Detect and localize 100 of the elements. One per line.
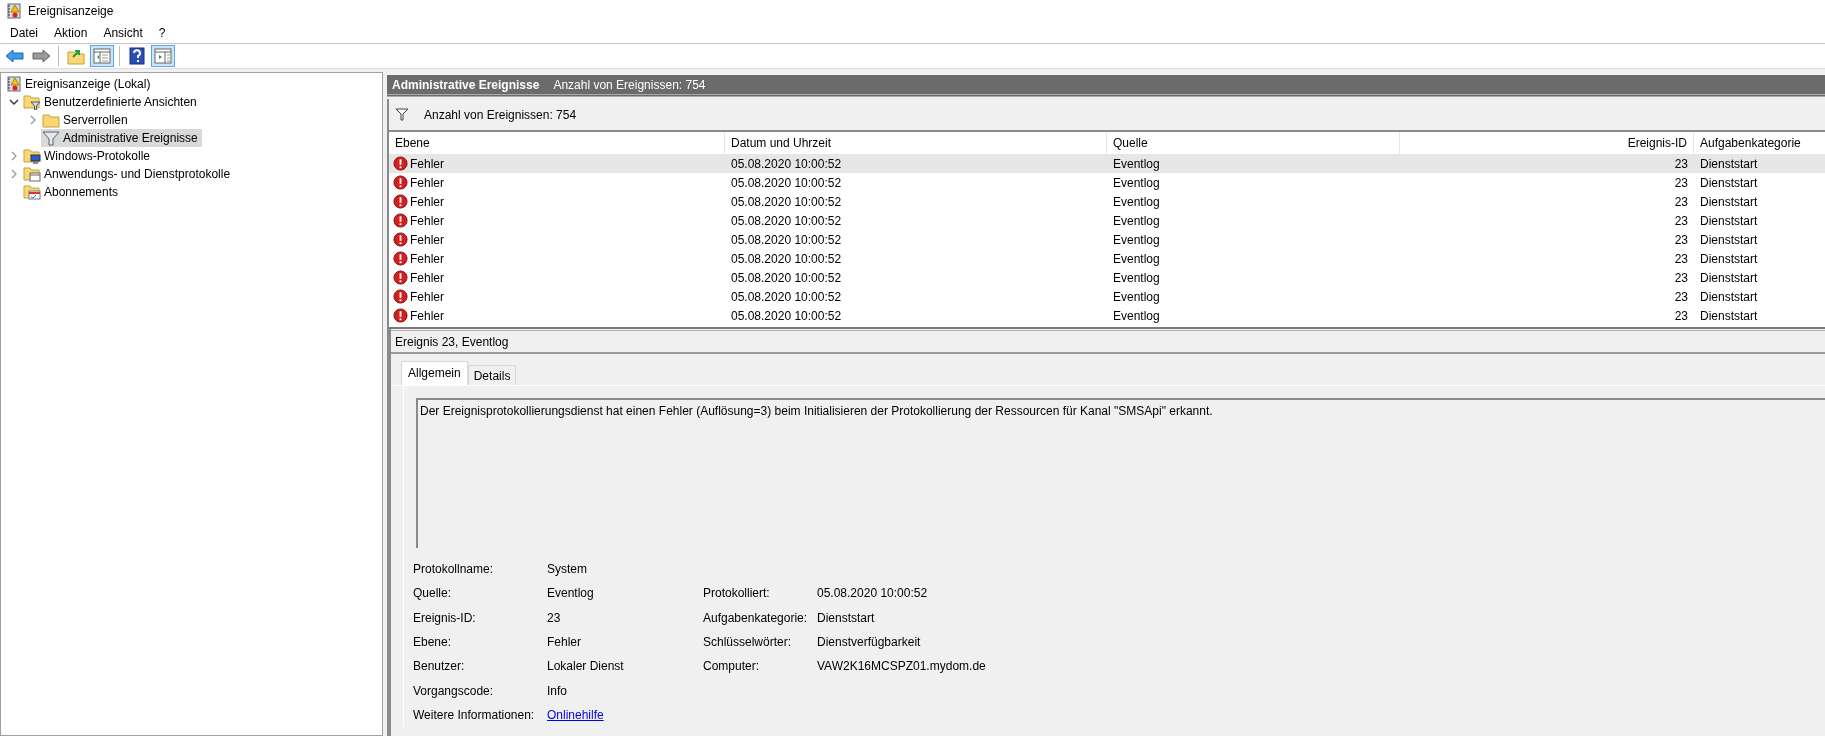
table-cell: 23 [1674, 232, 1688, 247]
tree-item[interactable]: Serverrollen [41, 111, 132, 129]
folder-calendar-icon [23, 184, 41, 200]
table-row[interactable]: Fehler 05.08.2020 10:00:52 Eventlog 23 Dienststart [389, 230, 1825, 249]
table-cell: Dienststart [1700, 289, 1758, 304]
menu-item[interactable]: Datei [3, 23, 45, 42]
help-link[interactable]: Onlinehilfe [547, 707, 604, 722]
table-cell: Fehler [410, 308, 444, 323]
table-cell: Fehler [410, 289, 444, 304]
menu-item[interactable]: Ansicht [96, 23, 150, 42]
table-cell: Eventlog [1113, 289, 1160, 304]
table-cell: Dienststart [1700, 232, 1758, 247]
table-cell: 05.08.2020 10:00:52 [731, 270, 842, 285]
tab[interactable]: Allgemein [401, 361, 468, 385]
table-cell: 05.08.2020 10:00:52 [731, 194, 842, 209]
table-cell: 05.08.2020 10:00:52 [731, 308, 842, 323]
event-count: Anzahl von Ereignissen: 754 [553, 77, 706, 92]
tab[interactable]: Details [467, 365, 517, 385]
property-label: Vorgangscode: [413, 683, 495, 698]
funnel-icon [42, 130, 60, 146]
error-icon [393, 156, 408, 171]
table-cell: Fehler [410, 270, 444, 285]
property-value: Dienststart [817, 610, 876, 625]
property-value: Lokaler Dienst [547, 659, 625, 674]
tree-item[interactable]: Benutzerdefinierte Ansichten [22, 93, 201, 111]
tree-item[interactable]: Ereignisanzeige (Lokal) [5, 75, 155, 93]
property-value: 23 [547, 610, 562, 625]
table-cell: Dienststart [1700, 270, 1758, 285]
folder-funnel-icon [23, 94, 41, 110]
error-icon [393, 251, 408, 266]
table-cell: Dienststart [1700, 175, 1758, 190]
property-label: Aufgabenkategorie: [703, 610, 809, 625]
error-icon [393, 289, 408, 304]
funnel-icon [395, 108, 409, 121]
table-row[interactable]: Fehler 05.08.2020 10:00:52 Eventlog 23 Dienststart [389, 306, 1825, 325]
table-row[interactable]: Fehler 05.08.2020 10:00:52 Eventlog 23 Dienststart [389, 268, 1825, 287]
table-cell: 23 [1674, 175, 1688, 190]
property-label: Protokolliert: [703, 586, 771, 601]
table-cell: Fehler [410, 194, 444, 209]
property-label: Benutzer: [413, 659, 466, 674]
event-title: Ereignis 23, Eventlog [395, 335, 509, 349]
table-cell: 23 [1674, 270, 1688, 285]
event-viewer-icon [6, 3, 22, 19]
table-cell: Eventlog [1113, 194, 1160, 209]
table-row[interactable]: Fehler 05.08.2020 10:00:52 Eventlog 23 Dienststart [389, 287, 1825, 306]
menu-item[interactable]: ? [151, 23, 173, 42]
table-cell: 05.08.2020 10:00:52 [731, 289, 842, 304]
table-row[interactable]: Fehler 05.08.2020 10:00:52 Eventlog 23 Dienststart [389, 154, 1825, 173]
table-cell: 23 [1674, 194, 1688, 209]
table-cell: Dienststart [1700, 213, 1758, 228]
table-cell: Eventlog [1113, 232, 1160, 247]
window-title: Ereignisanzeige [28, 4, 114, 18]
table-cell: Fehler [410, 251, 444, 266]
tree-item[interactable]: Windows-Protokolle [22, 147, 155, 165]
filter-summary: Anzahl von Ereignissen: 754 [424, 107, 577, 122]
table-cell: Eventlog [1113, 175, 1160, 190]
menu-item[interactable]: Aktion [47, 23, 95, 42]
table-cell: Eventlog [1113, 156, 1160, 171]
folder-monitor-icon [23, 148, 41, 164]
property-value: Eventlog [547, 586, 595, 601]
error-icon [393, 308, 408, 323]
error-icon [393, 270, 408, 285]
table-cell: Eventlog [1113, 213, 1160, 228]
property-label: Computer: [703, 659, 761, 674]
table-cell: 05.08.2020 10:00:52 [731, 156, 842, 171]
view-title: Administrative Ereignisse [392, 77, 540, 92]
property-label: Ebene: [413, 635, 453, 650]
table-row[interactable]: Fehler 05.08.2020 10:00:52 Eventlog 23 Dienststart [389, 211, 1825, 230]
property-value: 05.08.2020 10:00:52 [817, 586, 929, 601]
table-cell: Eventlog [1113, 270, 1160, 285]
table-row[interactable]: Fehler 05.08.2020 10:00:52 Eventlog 23 Dienststart [389, 192, 1825, 211]
table-cell: 23 [1674, 251, 1688, 266]
table-cell: 05.08.2020 10:00:52 [731, 251, 842, 266]
error-icon [393, 232, 408, 247]
table-cell: 23 [1674, 156, 1688, 171]
table-cell: Eventlog [1113, 308, 1160, 323]
table-cell: 23 [1674, 289, 1688, 304]
tree-item[interactable]: Anwendungs- und Dienstprotokolle [22, 165, 235, 183]
table-cell: Eventlog [1113, 251, 1160, 266]
table-cell: 05.08.2020 10:00:52 [731, 232, 842, 247]
property-value: Dienstverfügbarkeit [817, 635, 922, 650]
property-label: Ereignis-ID: [413, 610, 477, 625]
tree-item[interactable]: Administrative Ereignisse [41, 129, 202, 147]
table-cell: Fehler [410, 213, 444, 228]
description-box: Der Ereignisprotokollierungsdienst hat einen Fehler (Auflösung=3) beim Initialisieren der Protokollierung der Ressourcen für Kanal "SMSApi" erkannt. [416, 398, 1825, 548]
property-value: Fehler [547, 635, 582, 650]
error-icon [393, 213, 408, 228]
error-icon [393, 194, 408, 209]
table-row[interactable]: Fehler 05.08.2020 10:00:52 Eventlog 23 Dienststart [389, 249, 1825, 268]
table-cell: 23 [1674, 308, 1688, 323]
table-cell: 23 [1674, 213, 1688, 228]
event-viewer-icon [6, 76, 22, 92]
property-value: Info [547, 683, 568, 698]
collapse-chevron-icon[interactable] [8, 97, 19, 107]
table-cell: Dienststart [1700, 194, 1758, 209]
table-cell: Dienststart [1700, 156, 1758, 171]
error-icon [393, 175, 408, 190]
table-row[interactable]: Fehler 05.08.2020 10:00:52 Eventlog 23 Dienststart [389, 173, 1825, 192]
tree-item[interactable]: Abonnements [22, 183, 123, 201]
table-cell: Fehler [410, 156, 444, 171]
